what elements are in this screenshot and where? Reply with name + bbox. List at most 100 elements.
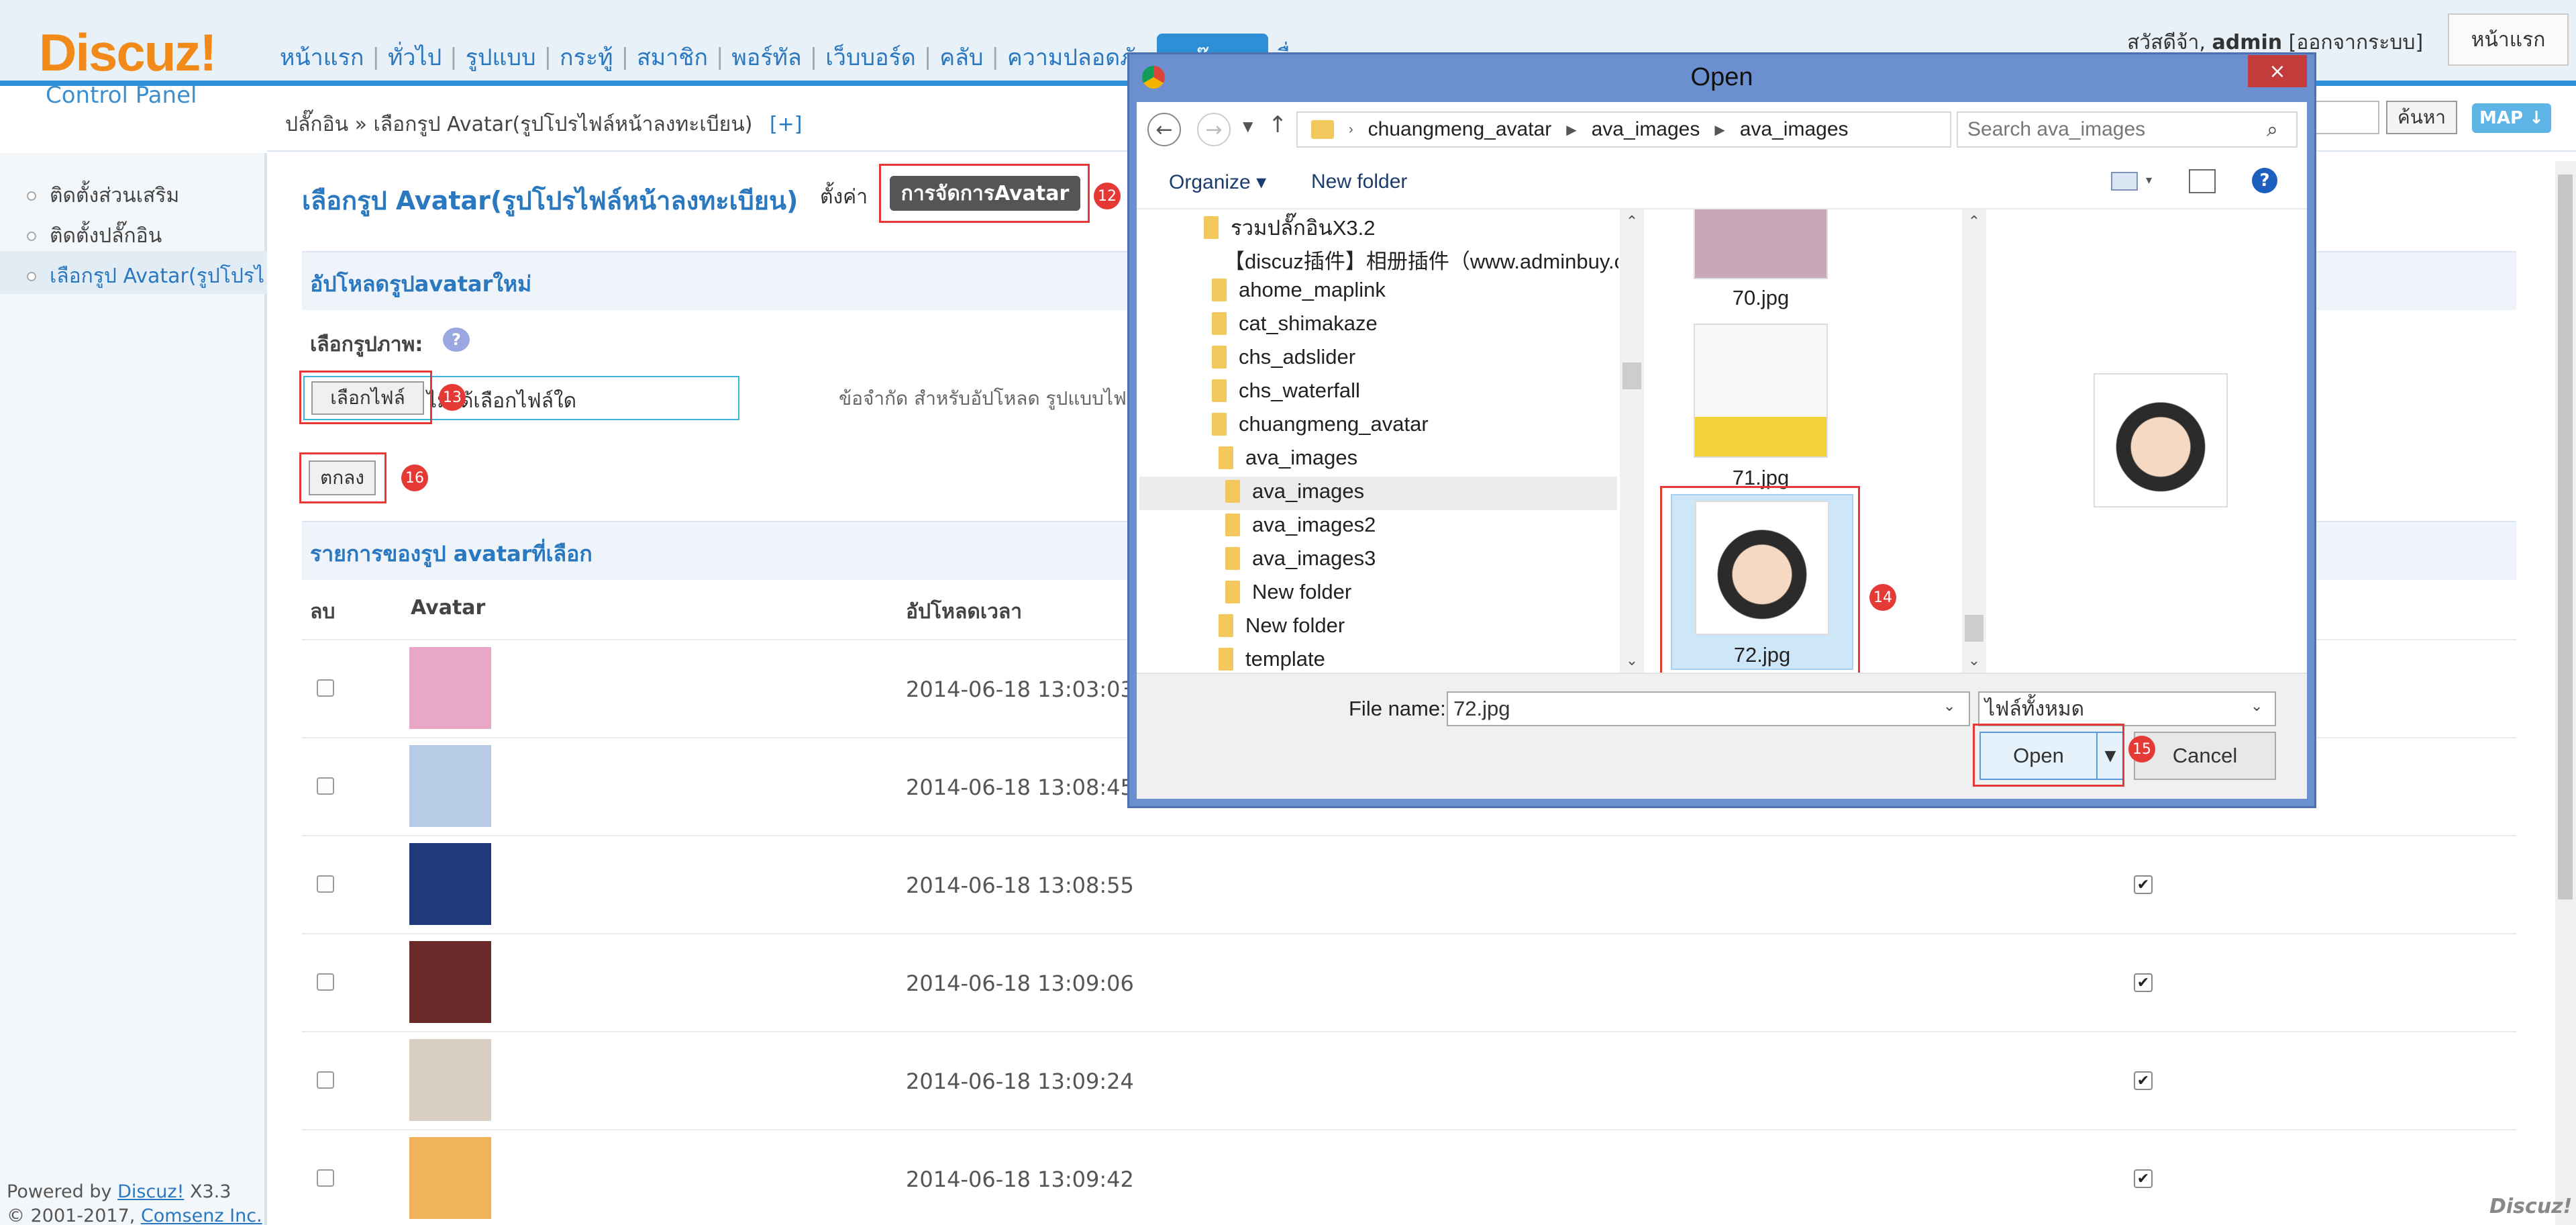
table-row: 2014-06-18 13:08:55 ✔ <box>302 835 2516 933</box>
organize-menu[interactable]: Organize ▾ <box>1169 170 1266 194</box>
page-title: เลือกรูป Avatar(รูปโปรไฟล์หน้าลงทะเบียน) <box>302 186 798 215</box>
tree-folder-item[interactable]: New folder <box>1219 614 1345 638</box>
file-type-select[interactable]: ไฟล์ทั้งหมด <box>1978 691 2276 726</box>
file-name-input[interactable]: 72.jpg <box>1447 691 1970 726</box>
anime-girl-avatar-icon <box>409 647 491 729</box>
home-button[interactable]: หน้าแรก <box>2448 13 2569 66</box>
forward-arrow-icon[interactable]: → <box>1197 113 1231 146</box>
tree-folder-label: ava_images <box>1245 446 1358 469</box>
recent-dropdown-icon[interactable]: ▼ <box>1243 118 1253 134</box>
dialog-search-input[interactable]: Search ava_images <box>1957 111 2298 148</box>
nav-general[interactable]: ทั่วไป <box>380 39 450 75</box>
tree-folder-item[interactable]: chuangmeng_avatar <box>1212 412 1429 436</box>
scroll-down-icon[interactable]: ⌄ <box>1962 648 1986 673</box>
tree-folder-label: 【discuz插件】相册插件（www.adminbuy.cn） <box>1224 250 1618 273</box>
sidebar-item-label: ติดตั้งส่วนเสริม <box>50 184 180 207</box>
choose-image-label: เลือกรูปภาพ: <box>310 333 423 356</box>
discuz-logo[interactable]: Discuz! Control Panel <box>39 26 227 109</box>
delete-checkbox[interactable] <box>317 875 334 893</box>
close-button[interactable]: × <box>2248 55 2307 87</box>
tree-folder-item[interactable]: cat_shimakaze <box>1212 311 1378 336</box>
up-arrow-icon[interactable]: ↑ <box>1268 111 1288 138</box>
back-arrow-icon[interactable]: ← <box>1147 113 1181 146</box>
footer-version: X3.3 <box>190 1181 231 1202</box>
tree-folder-item[interactable]: ahome_maplink <box>1212 278 1386 302</box>
username: admin <box>2212 31 2283 54</box>
nav-club[interactable]: คลับ <box>931 39 991 75</box>
search-icon[interactable]: ⌕ <box>2267 118 2278 142</box>
select-checkbox[interactable]: ✔ <box>2134 973 2153 992</box>
scrollbar-thumb[interactable] <box>1965 615 1983 642</box>
tree-folder-item[interactable]: รวมปลั๊กอินX3.2 <box>1204 211 1376 244</box>
new-folder-button[interactable]: New folder <box>1311 170 1407 193</box>
view-dropdown-icon[interactable]: ▾ <box>2146 173 2152 187</box>
sidebar-item-install-addons[interactable]: ติดตั้งส่วนเสริม <box>27 180 179 211</box>
nav-members[interactable]: สมาชิก <box>629 39 716 75</box>
map-button[interactable]: MAP ↓ <box>2472 103 2551 133</box>
highlight-box <box>299 452 387 503</box>
folder-icon <box>1219 614 1233 637</box>
search-button[interactable]: ค้นหา <box>2386 101 2457 134</box>
scroll-down-icon[interactable]: ⌄ <box>1620 648 1644 673</box>
path-segment[interactable]: ava_images <box>1740 118 1849 141</box>
sidebar-item-install-plugins[interactable]: ติดตั้งปลั๊กอิน <box>27 220 162 252</box>
nav-threads[interactable]: กระทู้ <box>552 39 621 75</box>
nav-style[interactable]: รูปแบบ <box>458 39 544 75</box>
delete-checkbox[interactable] <box>317 1071 334 1089</box>
tree-folder-item[interactable]: ava_images <box>1225 479 1364 503</box>
tree-folder-label: template <box>1245 647 1325 671</box>
file-item[interactable]: 70.jpg <box>1667 209 1855 310</box>
nav-home[interactable]: หน้าแรก <box>272 39 372 75</box>
tree-folder-item[interactable]: template <box>1219 647 1325 671</box>
footer-company-link[interactable]: Comsenz Inc. <box>141 1206 262 1225</box>
path-segment[interactable]: ava_images <box>1592 118 1700 141</box>
nav-portal[interactable]: พอร์ทัล <box>723 39 809 75</box>
sidebar-item-avatar[interactable]: เลือกรูป Avatar(รูปโปรไ <box>27 260 264 292</box>
path-chevron-icon[interactable]: ▶ <box>1566 121 1576 138</box>
file-item[interactable]: 71.jpg <box>1667 324 1855 490</box>
logout-link[interactable]: [ออกจากระบบ] <box>2289 31 2424 54</box>
path-segment[interactable]: chuangmeng_avatar <box>1368 118 1552 141</box>
select-checkbox[interactable]: ✔ <box>2134 1071 2153 1090</box>
preview-pane-image <box>2094 373 2228 507</box>
scroll-up-icon[interactable]: ⌃ <box>1620 209 1644 234</box>
corner-logo: Discuz! <box>2489 1195 2573 1218</box>
tree-scrollbar[interactable]: ⌃ ⌄ <box>1620 209 1644 673</box>
tree-folder-label: ava_images <box>1252 479 1365 503</box>
tree-folder-item[interactable]: New folder <box>1225 580 1351 604</box>
select-checkbox[interactable]: ✔ <box>2134 1169 2153 1188</box>
column-upload-time: อัปโหลดเวลา <box>906 600 1023 624</box>
chevron-down-icon[interactable]: ⌄ <box>2251 698 2263 715</box>
scrollbar-thumb[interactable] <box>1622 362 1641 389</box>
tree-folder-item[interactable]: chs_waterfall <box>1212 379 1360 403</box>
delete-checkbox[interactable] <box>317 1169 334 1187</box>
delete-checkbox[interactable] <box>317 777 334 795</box>
scroll-up-icon[interactable]: ⌃ <box>1962 209 1986 234</box>
delete-checkbox[interactable] <box>317 973 334 991</box>
tree-folder-item[interactable]: ava_images <box>1219 446 1357 470</box>
preview-pane-icon[interactable] <box>2189 169 2216 193</box>
file-list-scrollbar[interactable]: ⌃ ⌄ <box>1962 209 1986 673</box>
delete-checkbox[interactable] <box>317 679 334 697</box>
breadcrumb-plus[interactable]: [+] <box>770 113 803 136</box>
tree-folder-item[interactable]: ava_images2 <box>1225 513 1376 537</box>
scrollbar-thumb[interactable] <box>2558 175 2573 899</box>
help-icon[interactable]: ? <box>2252 168 2277 193</box>
page-scrollbar[interactable] <box>2555 161 2576 1225</box>
select-checkbox[interactable]: ✔ <box>2134 875 2153 894</box>
cancel-button[interactable]: Cancel <box>2134 732 2276 780</box>
nav-forum[interactable]: เว็บบอร์ด <box>817 39 924 75</box>
tree-folder-label: chuangmeng_avatar <box>1239 412 1429 436</box>
view-options-icon[interactable] <box>2111 172 2138 191</box>
path-chevron-icon[interactable]: › <box>1349 122 1353 138</box>
footer-product-link[interactable]: Discuz! <box>117 1181 184 1202</box>
path-chevron-icon[interactable]: ▶ <box>1714 121 1724 138</box>
table-row: 2014-06-18 13:09:42 ✔ <box>302 1129 2516 1225</box>
address-bar[interactable]: › chuangmeng_avatar ▶ ava_images ▶ ava_i… <box>1296 111 1951 148</box>
chevron-down-icon[interactable]: ⌄ <box>1943 698 1955 715</box>
help-icon[interactable]: ? <box>443 328 470 352</box>
tree-folder-item[interactable]: chs_adslider <box>1212 345 1355 369</box>
tree-folder-item[interactable]: ava_images3 <box>1225 546 1376 571</box>
folder-icon <box>1225 480 1240 503</box>
tree-folder-item[interactable]: 【discuz插件】相册插件（www.adminbuy.cn） <box>1212 244 1618 275</box>
